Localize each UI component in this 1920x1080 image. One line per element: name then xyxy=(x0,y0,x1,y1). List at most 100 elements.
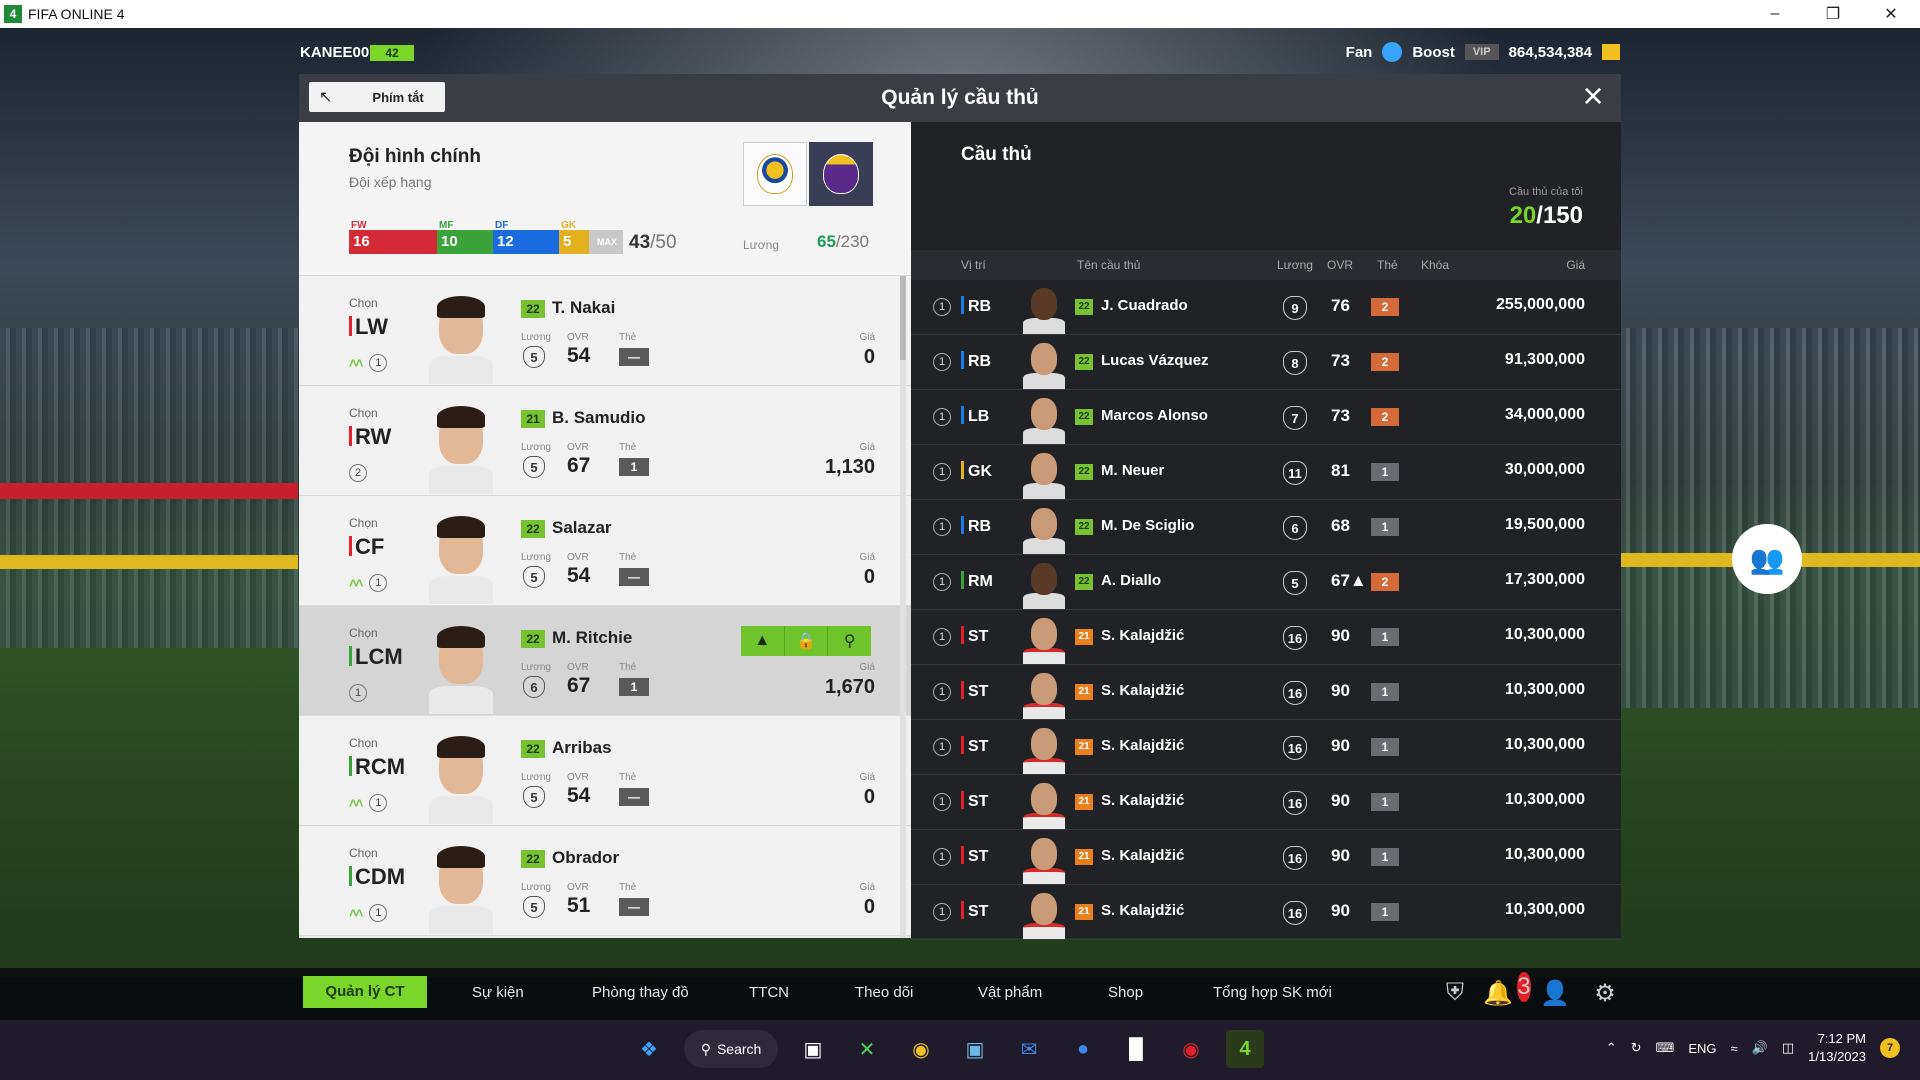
chat-user-icon[interactable]: 👥 xyxy=(1732,524,1802,594)
player-name: S. Kalajdžić xyxy=(1101,792,1185,809)
player-name: A. Diallo xyxy=(1101,572,1162,589)
player-name: M. Ritchie xyxy=(552,628,633,647)
player-table-row[interactable]: 1 GK 22 M. Neuer 11 81 1 30,000,000 xyxy=(911,445,1621,500)
player-thumbnail-image xyxy=(1021,559,1067,609)
nav-shop[interactable]: Shop xyxy=(1108,984,1143,1001)
col-name[interactable]: Tên cầu thủ xyxy=(1077,258,1140,272)
player-table-row[interactable]: 1 ST 21 S. Kalajdžić 16 90 1 10,300,000 xyxy=(911,665,1621,720)
modal-close-icon[interactable]: × xyxy=(1575,78,1611,116)
zalo-icon[interactable]: ● xyxy=(1064,1030,1102,1068)
player-table-row[interactable]: 1 LB 22 Marcos Alonso 7 73 2 34,000,000 xyxy=(911,390,1621,445)
salary-value: 6 xyxy=(1283,516,1307,540)
choose-label: Chọn xyxy=(349,406,378,420)
lineup-player-row[interactable]: Chọn CF ˄˄ 1 22 Salazar Lương OVR Thẻ Giá… xyxy=(299,496,911,606)
club-crest-real-madrid-icon[interactable] xyxy=(743,142,807,206)
ad-board-left-lower xyxy=(0,555,298,569)
position-count-bar: FW 16 MF 10 DF 12 GK 5 MAX xyxy=(349,220,623,254)
chevron-up-icon[interactable]: ⌃ xyxy=(1606,1040,1617,1056)
col-price[interactable]: Giá xyxy=(1566,258,1585,272)
nav-ttcn[interactable]: TTCN xyxy=(749,984,789,1001)
player-table-row[interactable]: 1 ST 21 S. Kalajdžić 16 90 1 10,300,000 xyxy=(911,885,1621,940)
lineup-scrollbar[interactable] xyxy=(900,276,906,938)
card-label: Thẻ xyxy=(619,772,637,783)
lineup-count: 43/50 xyxy=(629,232,677,253)
notification-bell-icon[interactable]: 🔔 3 xyxy=(1483,972,1531,1008)
task-view-icon[interactable]: ▣ xyxy=(794,1030,832,1068)
lineup-player-row[interactable]: Chọn LCM 1 22 M. Ritchie Lương OVR Thẻ G… xyxy=(299,606,911,716)
notification-center-badge[interactable]: 7 xyxy=(1880,1038,1900,1058)
player-table-row[interactable]: 1 RB 22 M. De Sciglio 6 68 1 19,500,000 xyxy=(911,500,1621,555)
windows-start-icon[interactable]: ❖ xyxy=(630,1030,668,1068)
player-name: T. Nakai xyxy=(552,298,616,317)
mail-icon[interactable]: ✉ xyxy=(1010,1030,1048,1068)
player-table-row[interactable]: 1 ST 21 S. Kalajdžić 16 90 1 10,300,000 xyxy=(911,720,1621,775)
col-salary[interactable]: Lương xyxy=(1277,258,1313,272)
taskbar-search-button[interactable]: ⚲ Search xyxy=(684,1030,778,1068)
nav-items[interactable]: Vật phẩm xyxy=(978,984,1042,1001)
lineup-scroll-thumb[interactable] xyxy=(900,276,906,360)
minimize-button[interactable]: – xyxy=(1746,0,1804,28)
player-price: 10,300,000 xyxy=(1504,791,1585,808)
col-position[interactable]: Vị trí xyxy=(961,258,986,272)
settings-gear-icon[interactable]: ⚙ xyxy=(1590,978,1620,1008)
player-price: 10,300,000 xyxy=(1504,846,1585,863)
player-table-row[interactable]: 1 ST 21 S. Kalajdžić 16 90 1 10,300,000 xyxy=(911,775,1621,830)
photos-icon[interactable]: ▣ xyxy=(956,1030,994,1068)
club-badge-icon[interactable]: ⛨ xyxy=(1440,978,1470,1008)
lineup-player-row[interactable]: Chọn RW 2 21 B. Samudio Lương OVR Thẻ Gi… xyxy=(299,386,911,496)
salary-label: Lương xyxy=(521,442,551,453)
col-card[interactable]: Thẻ xyxy=(1377,258,1398,272)
fan-icon[interactable] xyxy=(1382,42,1403,62)
col-lock[interactable]: Khóa xyxy=(1421,258,1449,272)
nav-player-management[interactable]: Quản lý CT xyxy=(303,976,427,1008)
restore-button[interactable]: ❐ xyxy=(1804,0,1862,28)
club-selector[interactable] xyxy=(743,142,873,206)
keyboard-icon[interactable]: ⌨ xyxy=(1656,1040,1675,1056)
window-close-button[interactable]: ✕ xyxy=(1862,0,1920,28)
vip-badge[interactable]: VIP xyxy=(1464,44,1499,60)
window-controls: – ❐ ✕ xyxy=(1746,0,1920,28)
clock[interactable]: 7:12 PM 1/13/2023 xyxy=(1808,1030,1866,1066)
player-table-row[interactable]: 1 RM 22 A. Diallo 5 67▲ 2 17,300,000 xyxy=(911,555,1621,610)
user-level-badge: 42 xyxy=(370,45,414,61)
fifa-online-taskbar-icon[interactable]: 4 xyxy=(1226,1030,1264,1068)
chrome-icon[interactable]: ◉ xyxy=(902,1030,940,1068)
col-ovr[interactable]: OVR xyxy=(1327,258,1353,272)
salary-label: Lương xyxy=(521,552,551,563)
sync-icon[interactable]: ↻ xyxy=(1631,1040,1642,1056)
xbox-icon[interactable]: ✕ xyxy=(848,1030,886,1068)
lineup-player-row[interactable]: Chọn RCM ˄˄ 1 22 Arribas Lương OVR Thẻ Gi… xyxy=(299,716,911,826)
player-price: 10,300,000 xyxy=(1504,681,1585,698)
club-crest-anderlecht-icon[interactable] xyxy=(809,142,873,206)
lineup-player-row[interactable]: Chọn LW ˄˄ 1 22 T. Nakai Lương OVR Thẻ Gi… xyxy=(299,276,911,386)
player-table-row[interactable]: 1 ST 21 S. Kalajdžić 16 90 1 10,300,000 xyxy=(911,830,1621,885)
player-thumbnail-image xyxy=(1021,779,1067,829)
garena-icon[interactable]: ◉ xyxy=(1172,1030,1210,1068)
salary-value: 5 xyxy=(523,346,545,368)
profile-icon[interactable]: 👤 xyxy=(1540,978,1570,1008)
terminal-icon[interactable]: ▉ xyxy=(1118,1030,1156,1068)
nav-new-events-summary[interactable]: Tổng hợp SK mới xyxy=(1213,984,1332,1001)
nav-follow[interactable]: Theo dõi xyxy=(855,984,913,1001)
ovr-label: OVR xyxy=(567,662,589,673)
wifi-icon[interactable]: ≈ xyxy=(1731,1041,1738,1056)
lock-icon[interactable]: 🔒 xyxy=(785,626,829,656)
my-players-count: 20/150 xyxy=(1509,202,1583,229)
player-table-row[interactable]: 1 ST 21 S. Kalajdžić 16 90 1 10,300,000 xyxy=(911,610,1621,665)
lineup-player-row[interactable]: Chọn CDM ˄˄ 1 22 Obrador Lương OVR Thẻ Gi… xyxy=(299,826,911,936)
notification-count: 3 xyxy=(1517,972,1531,1002)
upgrade-arrow-icon[interactable]: ▲ xyxy=(741,626,785,656)
player-position: RB xyxy=(961,351,991,371)
player-table-row[interactable]: 1 RB 22 Lucas Vázquez 8 73 2 91,300,000 xyxy=(911,335,1621,390)
magnifier-search-icon[interactable]: ⚲ xyxy=(828,626,871,656)
rank-number: 1 xyxy=(933,518,951,536)
nav-locker-room[interactable]: Phòng thay đồ xyxy=(592,984,689,1001)
volume-icon[interactable]: 🔊 xyxy=(1752,1040,1768,1056)
battery-icon[interactable]: ◫ xyxy=(1782,1040,1794,1056)
language-indicator[interactable]: ENG xyxy=(1688,1041,1716,1056)
player-price: 34,000,000 xyxy=(1504,406,1585,423)
season-badge: 22 xyxy=(1075,409,1093,425)
card-level: 2 xyxy=(1371,573,1399,591)
player-table-row[interactable]: 1 RB 22 J. Cuadrado 9 76 2 255,000,000 xyxy=(911,280,1621,335)
nav-events[interactable]: Sự kiện xyxy=(472,984,524,1001)
